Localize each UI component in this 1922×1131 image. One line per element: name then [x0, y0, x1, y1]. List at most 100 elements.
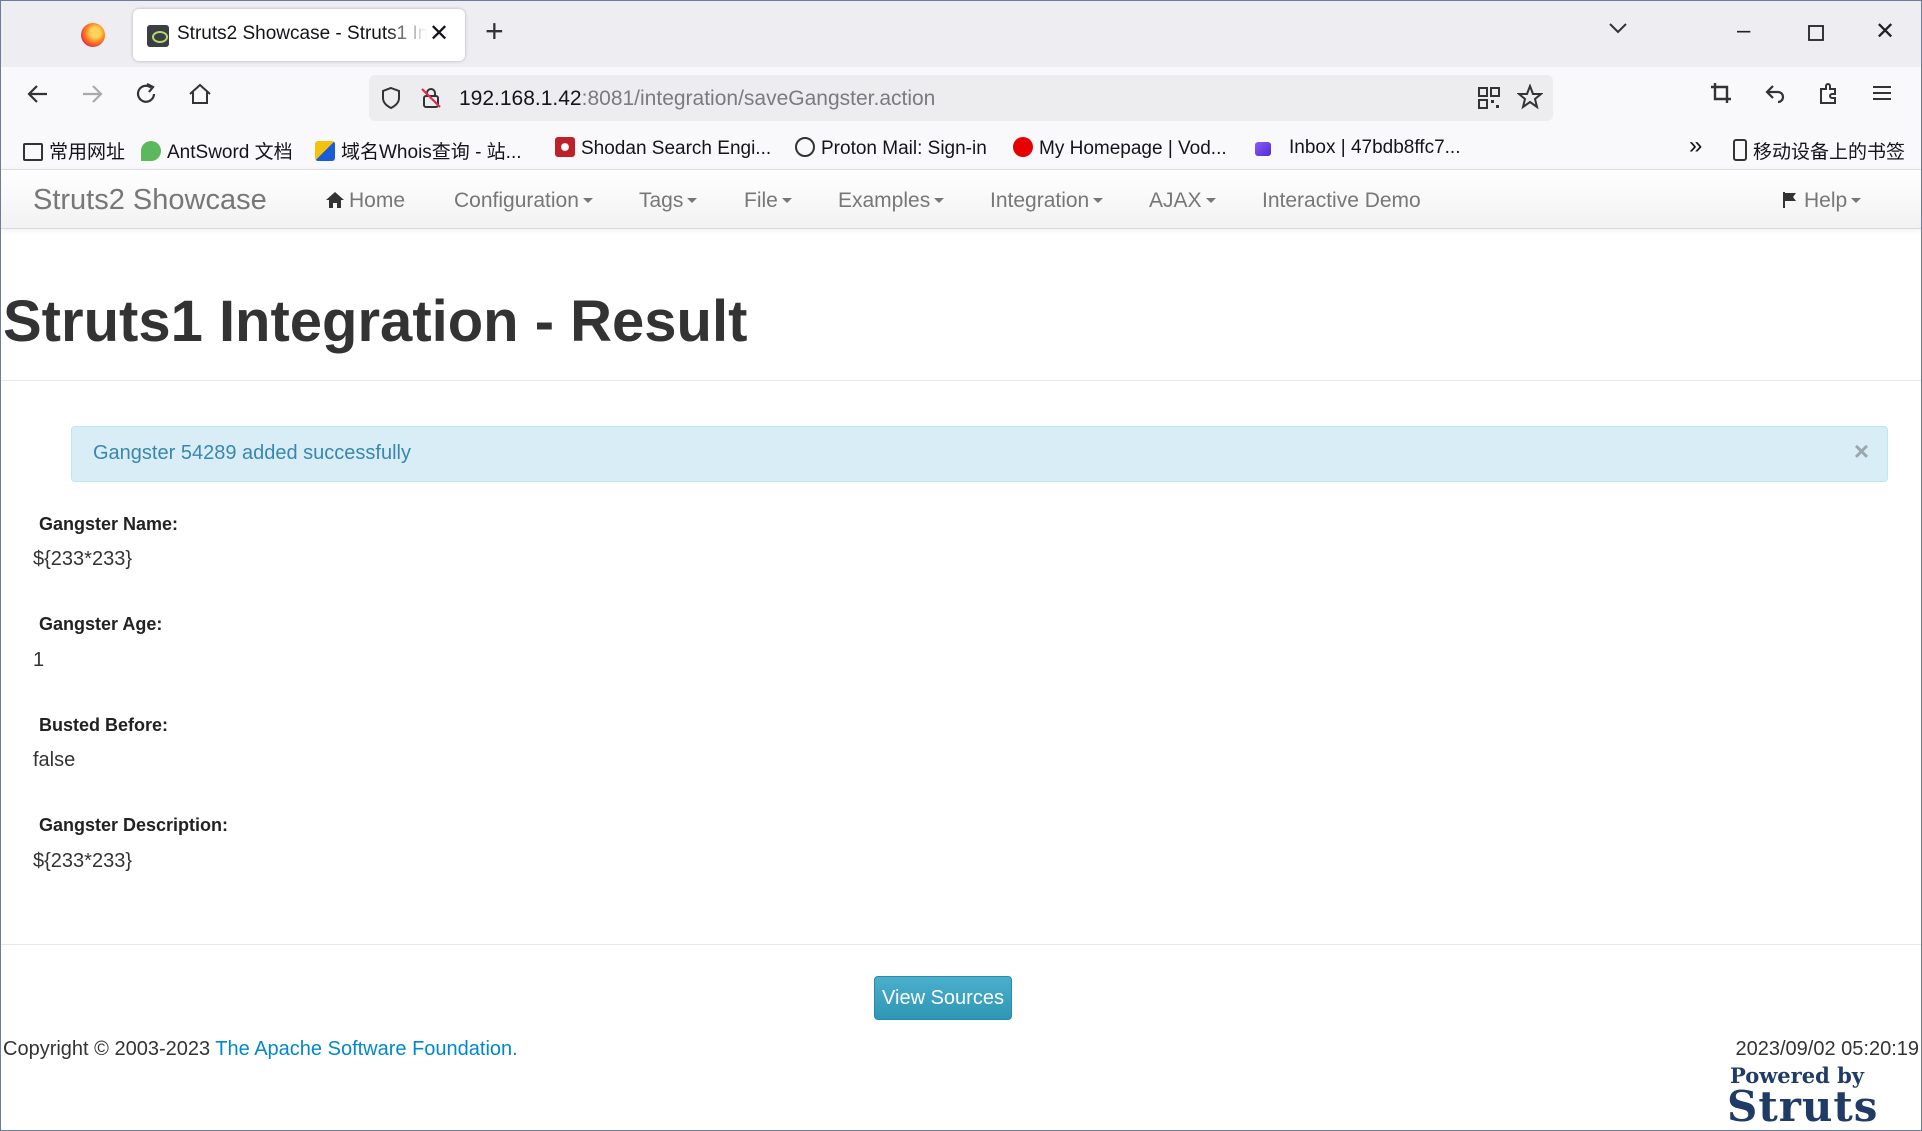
url-path: :8081/integration/saveGangster.action — [581, 87, 936, 110]
tab-list-chevron-icon[interactable] — [1607, 17, 1629, 46]
nav-tags[interactable]: Tags — [639, 189, 698, 213]
nav-examples[interactable]: Examples — [838, 189, 945, 213]
nav-label: Home — [349, 189, 406, 212]
caret-down-icon — [1851, 198, 1862, 203]
proton-mail-icon — [1255, 142, 1271, 156]
caret-down-icon — [781, 198, 792, 203]
success-alert: Gangster 54289 added successfully × — [71, 426, 1888, 482]
nav-home[interactable]: Home — [325, 189, 405, 213]
nav-integration[interactable]: Integration — [990, 189, 1104, 213]
back-arrow-icon[interactable] — [25, 81, 51, 112]
divider — [1, 944, 1921, 945]
close-window-icon[interactable]: ✕ — [1875, 17, 1895, 46]
new-tab-icon[interactable]: + — [485, 15, 504, 47]
bookmark-item[interactable]: 域名Whois查询 - 站... — [315, 137, 522, 164]
qr-code-icon[interactable] — [1477, 86, 1501, 115]
field-label-name: Gangster Name: — [39, 514, 179, 534]
bookmark-item[interactable]: My Homepage | Vod... — [1013, 137, 1227, 160]
nav-label: Tags — [639, 189, 684, 212]
site-brand[interactable]: Struts2 Showcase — [33, 184, 267, 217]
bookmark-item[interactable]: Shodan Search Engi... — [555, 137, 771, 160]
maximize-icon[interactable] — [1807, 21, 1825, 49]
forward-arrow-icon[interactable] — [79, 81, 105, 112]
bookmark-item[interactable]: AntSword 文档 — [141, 137, 293, 164]
folder-icon — [23, 143, 43, 161]
insecure-lock-icon[interactable] — [419, 86, 443, 115]
field-value-busted: false — [33, 749, 76, 771]
powered-by-struts-logo[interactable]: Powered by Struts — [1727, 1065, 1879, 1131]
field-label-description: Gangster Description: — [39, 815, 229, 835]
caret-down-icon — [687, 198, 698, 203]
bookmark-label: 移动设备上的书签 — [1753, 142, 1906, 163]
struts-logo-text: Struts — [1727, 1082, 1879, 1131]
home-icon — [326, 192, 344, 208]
field-value-description: ${233*233} — [33, 850, 133, 872]
view-sources-button[interactable]: View Sources — [874, 976, 1012, 1020]
flag-icon — [1783, 192, 1796, 208]
nav-label: Configuration — [454, 189, 579, 212]
copyright-text: Copyright © 2003-2023 — [3, 1038, 216, 1060]
field-label-busted: Busted Before: — [39, 715, 169, 735]
field-label-age: Gangster Age: — [39, 614, 163, 634]
browser-window: Struts2 Showcase - Struts1 Integration ✕… — [0, 0, 1922, 1131]
tab-close-icon[interactable]: ✕ — [429, 19, 449, 48]
bookmark-label: Inbox | 47bdb8ffc7... — [1289, 137, 1461, 158]
bookmark-label: My Homepage | Vod... — [1039, 138, 1227, 159]
extensions-icon[interactable] — [1817, 81, 1841, 110]
bookmark-label: Proton Mail: Sign-in — [821, 138, 987, 159]
nav-file[interactable]: File — [744, 189, 792, 213]
url-text[interactable]: 192.168.1.42:8081/integration/saveGangst… — [459, 87, 935, 111]
whois-icon — [315, 141, 335, 161]
caret-down-icon — [582, 198, 593, 203]
nav-help[interactable]: Help — [1782, 189, 1862, 213]
nav-configuration[interactable]: Configuration — [454, 189, 593, 213]
screenshot-crop-icon[interactable] — [1709, 81, 1733, 110]
bookmark-label: 域名Whois查询 - 站... — [341, 142, 522, 163]
struts-favicon-icon — [147, 25, 169, 47]
nav-interactive-demo[interactable]: Interactive Demo — [1262, 189, 1421, 213]
url-host: 192.168.1.42 — [459, 87, 582, 110]
reload-icon[interactable] — [133, 81, 159, 112]
vodafone-icon — [1013, 137, 1033, 157]
firefox-icon[interactable] — [81, 23, 105, 47]
browser-tab[interactable]: Struts2 Showcase - Struts1 Integration ✕ — [133, 9, 465, 61]
bookmark-label: 常用网址 — [49, 142, 126, 163]
caret-down-icon — [1093, 198, 1104, 203]
mobile-device-icon — [1733, 139, 1747, 161]
bookmark-label: AntSword 文档 — [167, 142, 293, 163]
bookmark-item[interactable]: Inbox | 47bdb8ffc7... — [1255, 137, 1461, 159]
more-bookmarks-icon[interactable]: » — [1689, 132, 1702, 160]
menu-hamburger-icon[interactable] — [1871, 81, 1893, 109]
timestamp: 2023/09/02 05:20:19 — [1735, 1038, 1919, 1060]
minimize-icon[interactable]: – — [1737, 17, 1750, 45]
field-value-name: ${233*233} — [33, 548, 133, 570]
alert-close-icon[interactable]: × — [1854, 436, 1869, 467]
nav-ajax[interactable]: AJAX — [1149, 189, 1216, 213]
bookmark-item[interactable]: Proton Mail: Sign-in — [795, 137, 987, 160]
caret-down-icon — [934, 198, 945, 203]
bookmark-item[interactable]: 常用网址 — [23, 137, 125, 164]
nav-label: Integration — [990, 189, 1090, 212]
url-bar[interactable]: 192.168.1.42:8081/integration/saveGangst… — [369, 75, 1553, 121]
nav-label: Help — [1804, 189, 1848, 212]
caret-down-icon — [1205, 198, 1216, 203]
alert-message: Gangster 54289 added successfully — [93, 442, 411, 464]
bookmark-label: Shodan Search Engi... — [581, 138, 772, 159]
nav-label: Examples — [838, 189, 931, 212]
copyright: Copyright © 2003-2023 The Apache Softwar… — [3, 1038, 518, 1061]
nav-label: AJAX — [1149, 189, 1202, 212]
page-title: Struts1 Integration - Result — [3, 289, 748, 354]
undo-icon[interactable] — [1763, 81, 1787, 110]
bookmark-star-icon[interactable] — [1516, 83, 1544, 115]
antsword-icon — [141, 141, 161, 161]
site-navbar: Struts2 Showcase Home Configuration Tags… — [1, 170, 1921, 229]
tracking-shield-icon[interactable] — [379, 86, 403, 115]
tab-strip: Struts2 Showcase - Struts1 Integration ✕… — [1, 1, 1921, 67]
apache-foundation-link[interactable]: The Apache Software Foundation. — [215, 1038, 517, 1060]
tab-title: Struts2 Showcase - Struts1 Integration — [177, 23, 427, 45]
field-value-age: 1 — [33, 649, 45, 671]
browser-toolbar: 192.168.1.42:8081/integration/saveGangst… — [1, 67, 1921, 129]
home-icon[interactable] — [187, 81, 213, 112]
mobile-bookmarks[interactable]: 移动设备上的书签 — [1733, 137, 1905, 164]
page-content: Struts2 Showcase Home Configuration Tags… — [1, 170, 1921, 1130]
